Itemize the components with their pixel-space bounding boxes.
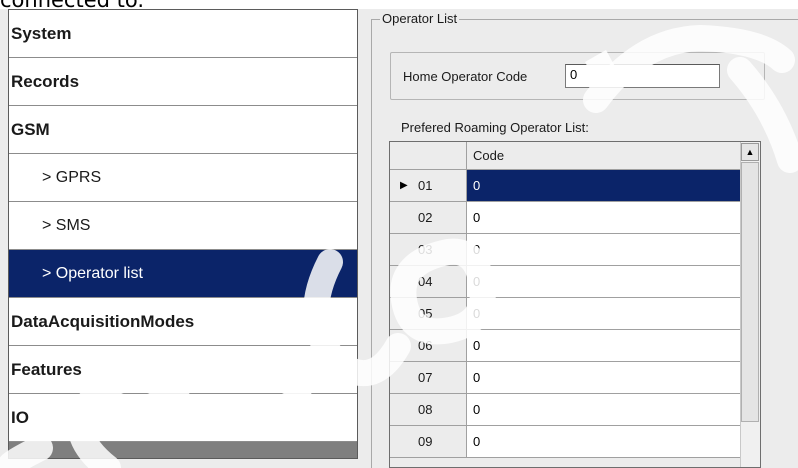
grid-rows: ▶ 01 0 02 0 03 0 04 0 05 0 06 0 07 0 08 … [390, 170, 740, 458]
roaming-operator-grid: Code ▶ 01 0 02 0 03 0 04 0 05 0 06 0 07 … [389, 141, 761, 468]
nav-item-label: System [11, 23, 72, 43]
grid-header-corner [390, 142, 467, 170]
table-row[interactable]: 08 0 [390, 394, 740, 426]
row-index: 01 [418, 178, 433, 193]
nav-item-gprs[interactable]: > GPRS [9, 154, 357, 202]
row-index: 06 [418, 338, 433, 353]
nav-item-gsm[interactable]: GSM [9, 106, 357, 154]
current-row-pointer-icon: ▶ [400, 180, 408, 191]
row-index: 07 [418, 370, 433, 385]
row-index: 02 [418, 210, 433, 225]
row-header[interactable]: 02 [390, 202, 467, 234]
nav-item-data-acquisition-modes[interactable]: DataAcquisitionModes [9, 298, 357, 346]
nav-item-sms[interactable]: > SMS [9, 202, 357, 250]
code-cell[interactable]: 0 [467, 170, 740, 202]
nav-item-label: Records [11, 71, 80, 91]
roaming-list-label: Prefered Roaming Operator List: [401, 120, 589, 135]
nav-item-label: GSM [11, 119, 50, 139]
grid-header-code[interactable]: Code [467, 142, 740, 170]
table-row[interactable]: 03 0 [390, 234, 740, 266]
home-operator-code-input[interactable]: 0 [565, 64, 720, 88]
row-header[interactable]: 09 [390, 426, 467, 458]
code-cell[interactable]: 0 [467, 266, 740, 298]
code-cell[interactable]: 0 [467, 234, 740, 266]
nav-item-label: IO [11, 407, 29, 427]
nav-item-label: > Operator list [42, 264, 143, 282]
nav-footer [9, 442, 357, 458]
nav-item-label: DataAcquisitionModes [11, 311, 195, 331]
nav-item-label: > SMS [42, 216, 91, 234]
grid-header: Code [390, 142, 740, 170]
row-header[interactable]: 04 [390, 266, 467, 298]
scrollbar-thumb[interactable] [741, 162, 759, 422]
table-row[interactable]: 04 0 [390, 266, 740, 298]
nav-item-io[interactable]: IO [9, 394, 357, 442]
nav-item-records[interactable]: Records [9, 58, 357, 106]
code-cell[interactable]: 0 [467, 202, 740, 234]
table-row[interactable]: ▶ 01 0 [390, 170, 740, 202]
nav-item-label: Features [11, 359, 82, 379]
home-operator-label: Home Operator Code [403, 69, 528, 84]
table-row[interactable]: 07 0 [390, 362, 740, 394]
nav-item-label: > GPRS [42, 168, 102, 186]
groupbox-title: Operator List [380, 11, 460, 27]
table-row[interactable]: 05 0 [390, 298, 740, 330]
code-cell[interactable]: 0 [467, 426, 740, 458]
grid-vertical-scrollbar[interactable]: ▲ [740, 142, 760, 467]
row-index: 03 [418, 242, 433, 257]
code-cell[interactable]: 0 [467, 330, 740, 362]
row-index: 09 [418, 434, 433, 449]
table-row[interactable]: 02 0 [390, 202, 740, 234]
row-index: 08 [418, 402, 433, 417]
table-row[interactable]: 06 0 [390, 330, 740, 362]
code-cell[interactable]: 0 [467, 394, 740, 426]
row-header[interactable]: 07 [390, 362, 467, 394]
table-row[interactable]: 09 0 [390, 426, 740, 458]
row-header[interactable]: 03 [390, 234, 467, 266]
scroll-up-arrow-icon[interactable]: ▲ [741, 143, 759, 161]
code-cell[interactable]: 0 [467, 362, 740, 394]
row-index: 04 [418, 274, 433, 289]
code-cell[interactable]: 0 [467, 298, 740, 330]
nav-item-system[interactable]: System [9, 10, 357, 58]
nav-item-features[interactable]: Features [9, 346, 357, 394]
row-index: 05 [418, 306, 433, 321]
row-header[interactable]: 05 [390, 298, 467, 330]
row-header[interactable]: ▶ 01 [390, 170, 467, 202]
nav-item-operator-list[interactable]: > Operator list [9, 250, 357, 298]
row-header[interactable]: 06 [390, 330, 467, 362]
row-header[interactable]: 08 [390, 394, 467, 426]
navigation-tree: System Records GSM > GPRS > SMS > Operat… [8, 9, 358, 459]
